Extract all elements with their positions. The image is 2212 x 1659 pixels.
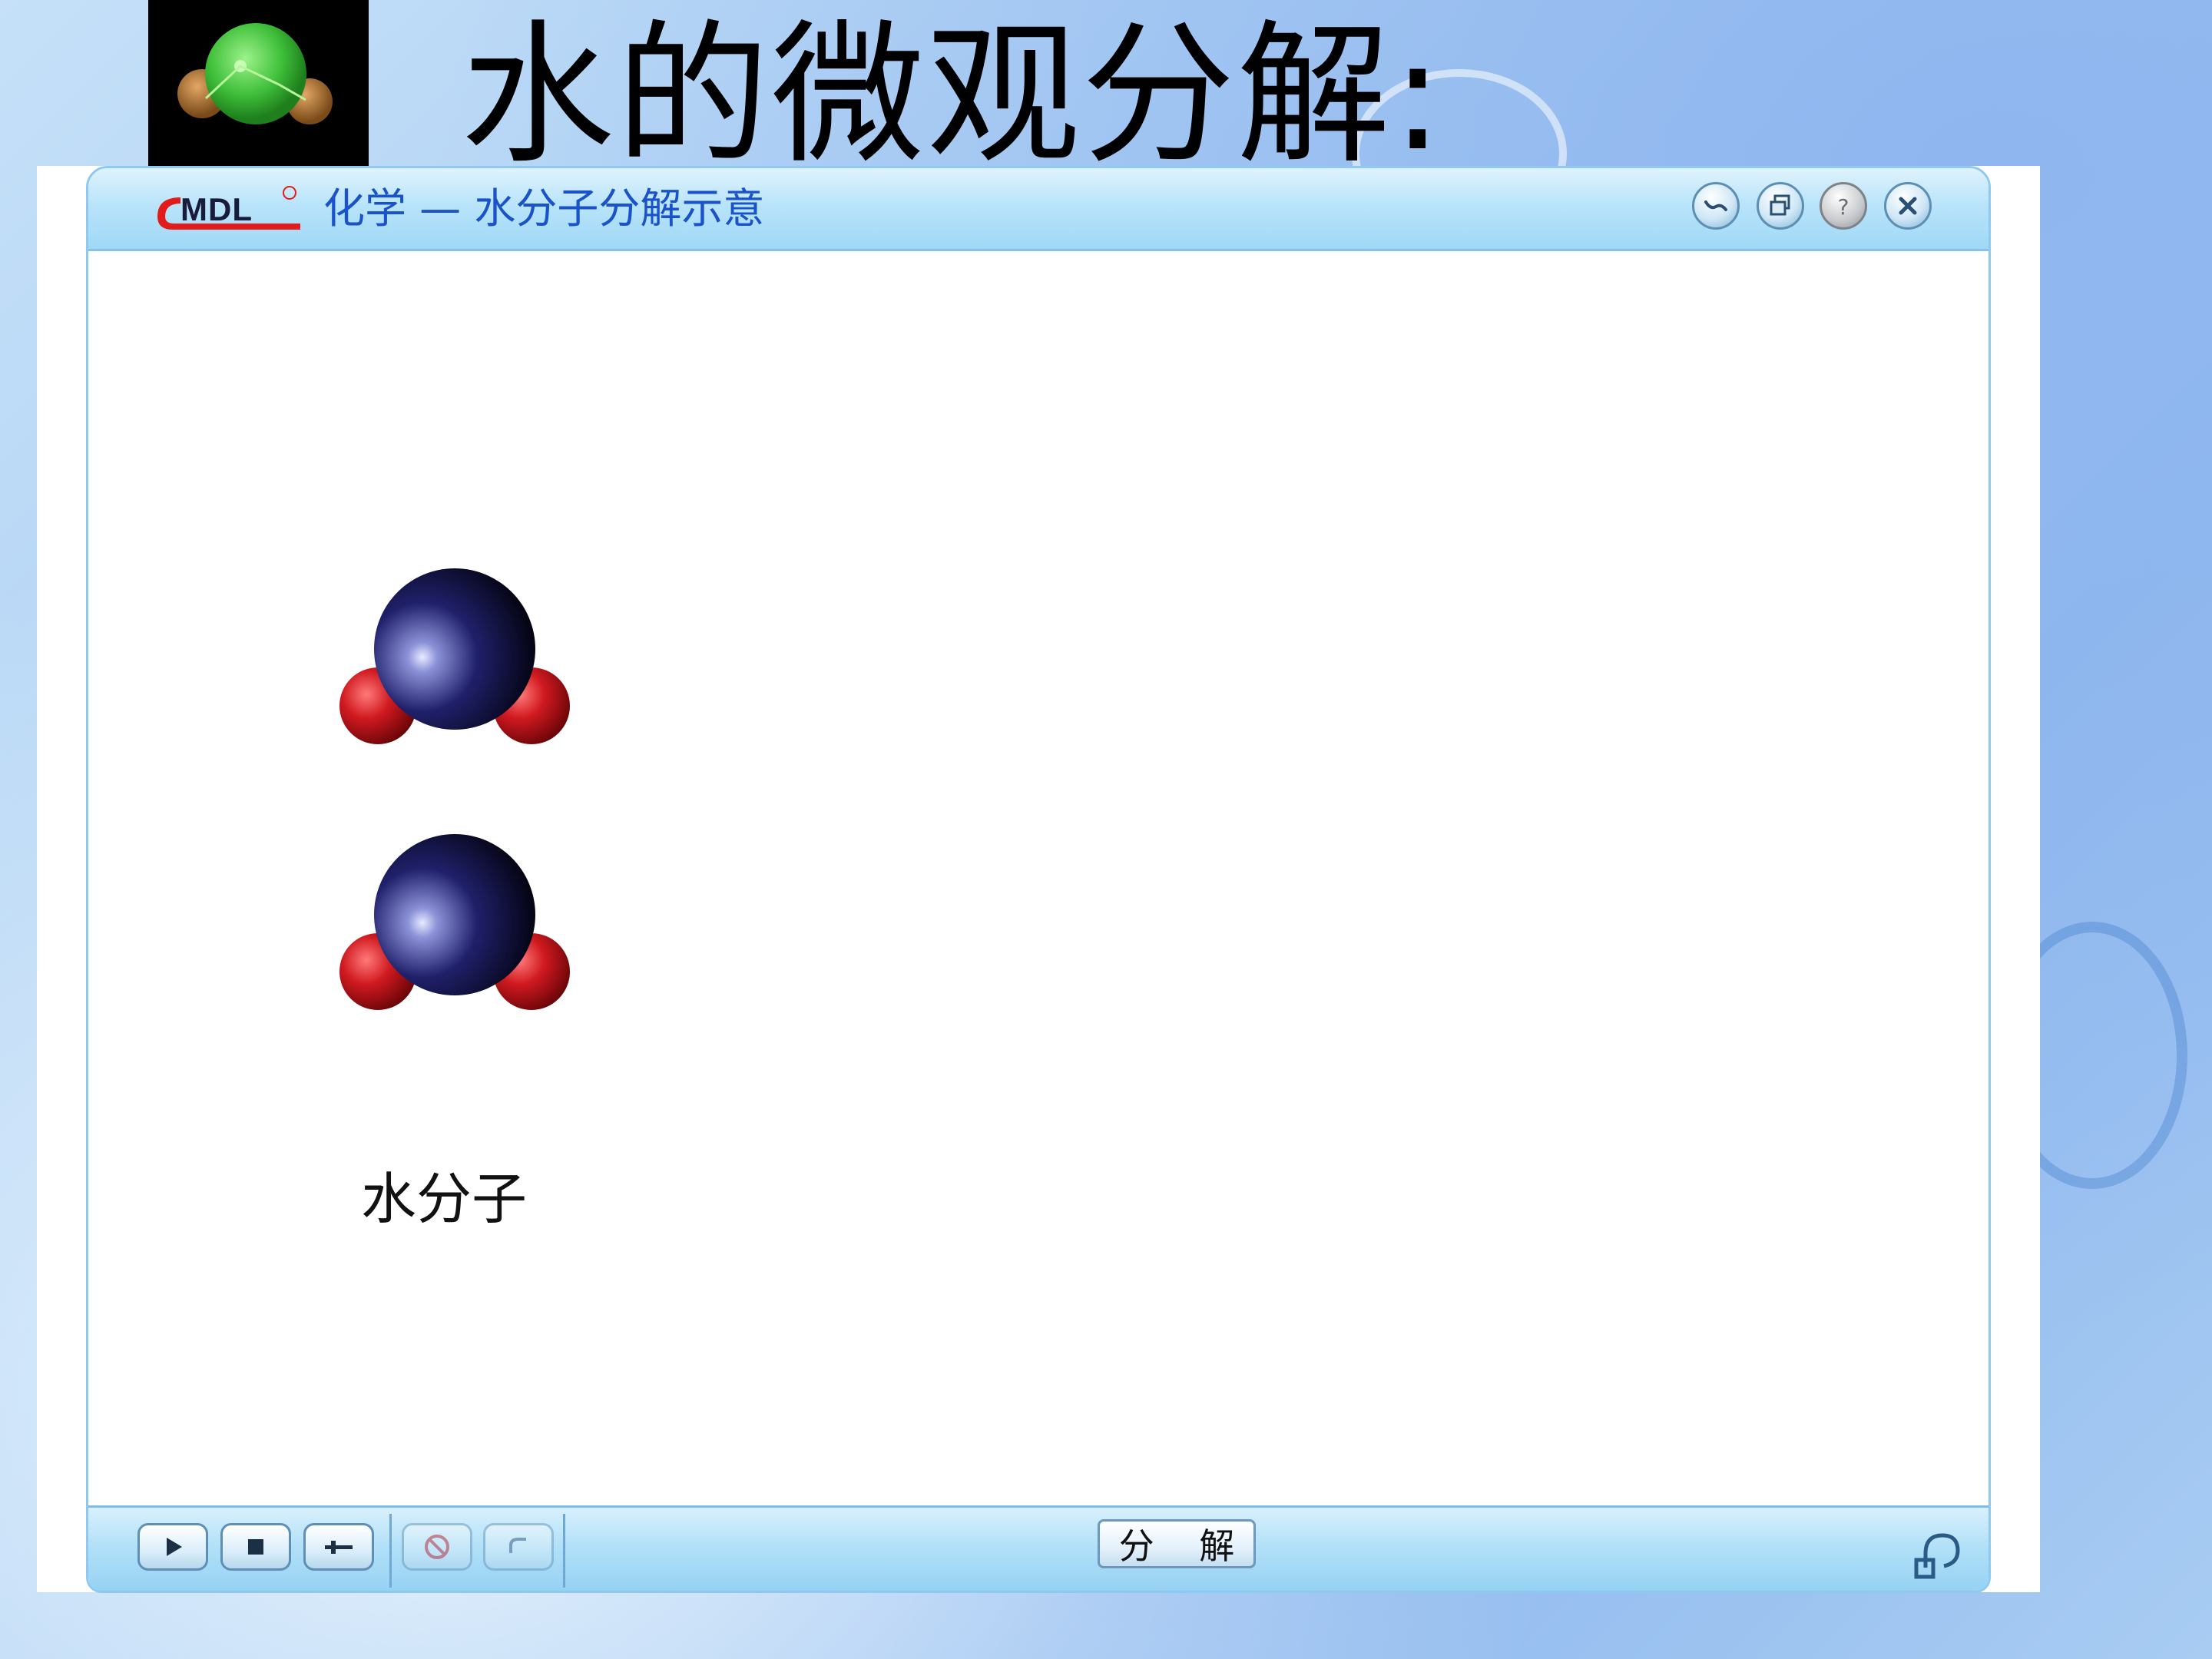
svg-text:MDL: MDL: [180, 191, 253, 227]
separator: [563, 1514, 565, 1588]
restore-button[interactable]: [1757, 182, 1804, 230]
control-bar: 分 解: [88, 1505, 1988, 1591]
navigation-icon: [1914, 1533, 1960, 1579]
animation-stage: 水分子: [88, 251, 1988, 1506]
decompose-button[interactable]: 分 解: [1098, 1519, 1256, 1568]
close-icon: [1899, 197, 1917, 215]
mdl-logo-icon: MDL: [157, 186, 300, 230]
minimize-icon: [1704, 200, 1727, 211]
title-bar: MDL 化学 — 水分子分解示意 ?: [88, 168, 1988, 251]
help-icon: ?: [1838, 194, 1849, 220]
slide-title: 水的微观分解:: [461, 6, 1445, 185]
restore-icon: [1770, 194, 1790, 216]
help-button[interactable]: ?: [1820, 182, 1867, 230]
svg-text:?: ?: [1838, 194, 1849, 220]
separator: [389, 1514, 392, 1588]
molecule-label: 水分子: [361, 1167, 528, 1231]
step-icon: [325, 1541, 353, 1554]
undo-button[interactable]: [483, 1523, 554, 1571]
molecule-logo-icon: [177, 23, 333, 124]
stop-button[interactable]: [220, 1523, 291, 1571]
app-window: MDL 化学 — 水分子分解示意 ? 水分子 分 解: [86, 166, 1991, 1593]
play-button[interactable]: [137, 1523, 208, 1571]
close-button[interactable]: [1884, 182, 1932, 230]
disabled-icon: [425, 1535, 449, 1559]
window-title: 化学 — 水分子分解示意: [323, 184, 765, 233]
undo-icon: [509, 1538, 526, 1553]
minimize-button[interactable]: [1692, 182, 1740, 230]
play-icon: [167, 1538, 182, 1556]
slide-logo: [148, 0, 369, 166]
stop-icon: [248, 1539, 263, 1555]
water-molecule: [339, 834, 570, 1010]
disabled-toggle-button[interactable]: [402, 1523, 472, 1571]
water-molecule: [339, 568, 570, 744]
step-button[interactable]: [303, 1523, 374, 1571]
